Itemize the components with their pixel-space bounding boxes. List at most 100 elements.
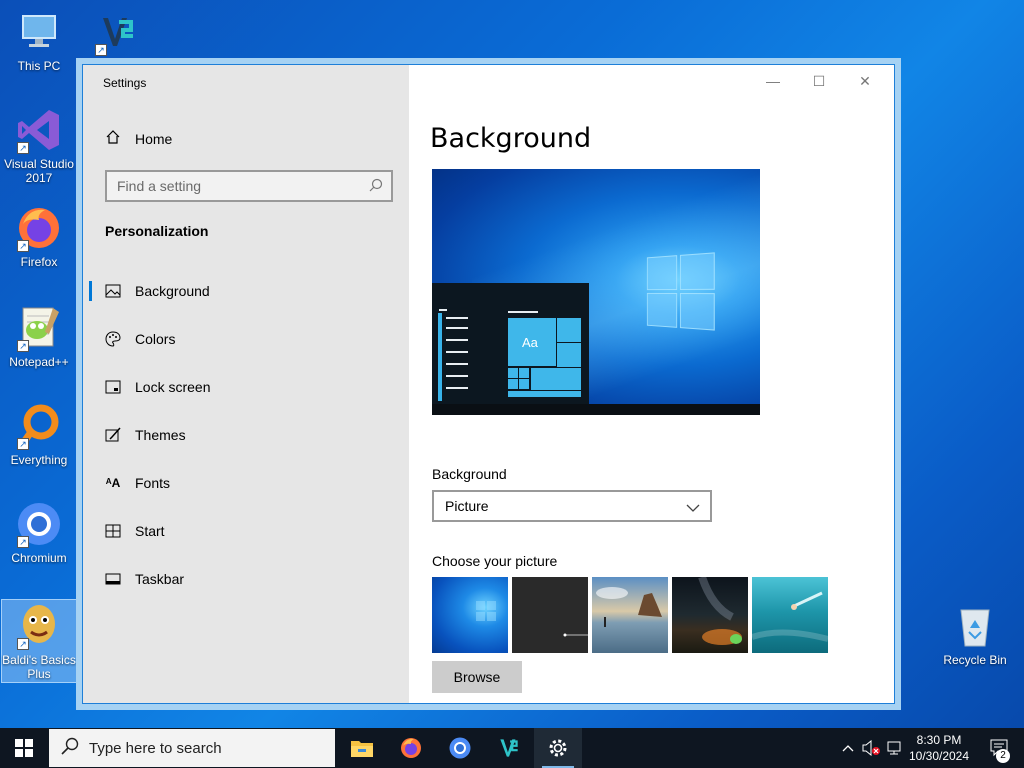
- search-placeholder: Find a setting: [117, 178, 202, 194]
- baldi-icon: ↗: [15, 602, 63, 650]
- home-link[interactable]: Home: [105, 129, 172, 148]
- thumbnail-underwater-swimmer[interactable]: [752, 577, 828, 653]
- sidebar-item-themes[interactable]: Themes: [83, 411, 409, 459]
- settings-gear-icon: [549, 739, 567, 757]
- background-type-select[interactable]: Picture: [432, 490, 712, 522]
- file-explorer-icon: [351, 741, 373, 757]
- font-icon: ᴬA: [105, 476, 121, 490]
- thumbnail-windows-hero[interactable]: [432, 577, 508, 653]
- everything-icon: ↗: [15, 402, 63, 450]
- desktop-icon-label: Firefox: [20, 255, 58, 269]
- volume-button[interactable]: [860, 728, 882, 768]
- chromium-icon: [449, 737, 471, 759]
- browse-button[interactable]: Browse: [432, 661, 522, 693]
- clock-date: 10/30/2024: [908, 749, 970, 763]
- thumbnail-dark-night[interactable]: [512, 577, 588, 653]
- desktop-icon-baldi[interactable]: ↗ Baldi's Basics Plus: [1, 599, 77, 683]
- background-type-value: Picture: [445, 498, 489, 514]
- sidebar-item-label: Taskbar: [135, 571, 185, 587]
- firefox-icon: [401, 738, 421, 758]
- preview-start-menu: Aa: [432, 283, 589, 405]
- close-icon: ✕: [859, 72, 871, 89]
- taskbar-file-explorer[interactable]: [338, 728, 386, 768]
- maximize-icon: ☐: [812, 72, 826, 89]
- taskbar: Type here to search 8:30 PM 10/30/2024 2: [0, 728, 1024, 768]
- maximize-button[interactable]: ☐: [796, 65, 842, 97]
- background-preview: Aa: [432, 169, 760, 415]
- sidebar-item-taskbar[interactable]: Taskbar: [83, 555, 409, 603]
- page-title: Background: [430, 123, 592, 154]
- taskbar-firefox[interactable]: [387, 728, 435, 768]
- desktop-icon-recycle-bin[interactable]: Recycle Bin: [937, 602, 1013, 667]
- close-button[interactable]: ✕: [842, 65, 888, 97]
- quark-app-icon: [500, 739, 518, 757]
- sidebar-item-lock-screen[interactable]: Lock screen: [83, 363, 409, 411]
- minimize-button[interactable]: —: [750, 65, 796, 97]
- desktop-icon-notepadpp[interactable]: ↗ Notepad++: [1, 304, 77, 369]
- find-setting-input[interactable]: Find a setting: [105, 170, 393, 202]
- settings-window: Settings Home Find a setting Personaliza…: [82, 64, 895, 704]
- lock-screen-icon: [105, 379, 121, 395]
- palette-icon: [105, 331, 121, 347]
- desktop-icon-everything[interactable]: ↗ Everything: [1, 402, 77, 467]
- start-icon: [105, 523, 121, 539]
- desktop-icon-label: Baldi's Basics Plus: [2, 653, 76, 681]
- chevron-up-icon: [842, 745, 854, 752]
- windows-logo-icon: [646, 252, 716, 332]
- desktop-icon-visual-studio[interactable]: ↗ Visual Studio 2017: [1, 106, 77, 185]
- desktop-icon-label: Notepad++: [9, 355, 69, 369]
- taskbar-quark[interactable]: [485, 728, 533, 768]
- chevron-down-icon: [686, 500, 700, 516]
- taskbar-icon: [105, 571, 121, 587]
- quark-app-icon: ↗: [93, 8, 141, 56]
- thumbnail-beach-rock[interactable]: [592, 577, 668, 653]
- main-content: — ☐ ✕ Background Aa Background Picture C…: [409, 65, 894, 703]
- volume-muted-icon: [862, 740, 880, 756]
- choose-picture-label: Choose your picture: [432, 553, 558, 569]
- sidebar-item-label: Lock screen: [135, 379, 211, 395]
- sidebar-item-label: Colors: [135, 331, 176, 347]
- picture-icon: [105, 283, 121, 299]
- taskbar-settings[interactable]: [534, 728, 582, 768]
- background-label: Background: [432, 466, 507, 482]
- chromium-icon: ↗: [15, 500, 63, 548]
- search-icon: [369, 178, 383, 195]
- network-button[interactable]: [884, 728, 906, 768]
- taskbar-search-placeholder: Type here to search: [89, 739, 222, 757]
- taskbar-clock[interactable]: 8:30 PM 10/30/2024: [904, 732, 974, 764]
- sidebar-item-label: Themes: [135, 427, 186, 443]
- home-icon: [105, 129, 121, 148]
- sidebar-item-label: Start: [135, 523, 165, 539]
- desktop-icon-chromium[interactable]: ↗ Chromium: [1, 500, 77, 565]
- desktop-icon-label: This PC: [17, 59, 61, 73]
- desktop-icon-label: Everything: [10, 453, 68, 467]
- sidebar-item-background[interactable]: Background: [83, 267, 409, 315]
- recycle-bin-icon: [951, 602, 999, 650]
- desktop-icon-quark[interactable]: ↗: [79, 8, 155, 60]
- clock-time: 8:30 PM: [916, 733, 962, 747]
- section-title: Personalization: [105, 223, 209, 239]
- sidebar-item-fonts[interactable]: ᴬA Fonts: [83, 459, 409, 507]
- show-hidden-icons-button[interactable]: [838, 728, 858, 768]
- sidebar-item-colors[interactable]: Colors: [83, 315, 409, 363]
- search-icon: [61, 737, 79, 759]
- windows-start-icon: [15, 739, 33, 757]
- home-label: Home: [135, 130, 173, 147]
- desktop-icon-firefox[interactable]: ↗ Firefox: [1, 204, 77, 269]
- sidebar-item-start[interactable]: Start: [83, 507, 409, 555]
- picture-thumbnails: [432, 577, 828, 653]
- preview-taskbar: [432, 404, 760, 415]
- sidebar-item-label: Background: [135, 283, 210, 299]
- sidebar-item-label: Fonts: [135, 475, 171, 491]
- thumbnail-night-sky-tent[interactable]: [672, 577, 748, 653]
- personalization-nav: Background Colors Lock screen Themes ᴬA …: [83, 267, 409, 603]
- preview-tile-text: Aa: [522, 335, 538, 350]
- firefox-icon: ↗: [15, 204, 63, 252]
- this-pc-icon: [15, 8, 63, 56]
- start-button[interactable]: [0, 728, 48, 768]
- desktop-icon-label: Recycle Bin: [943, 653, 1007, 667]
- action-center-button[interactable]: 2: [980, 728, 1020, 768]
- taskbar-chromium[interactable]: [436, 728, 484, 768]
- desktop-icon-this-pc[interactable]: This PC: [1, 8, 77, 73]
- taskbar-search-box[interactable]: Type here to search: [49, 729, 335, 767]
